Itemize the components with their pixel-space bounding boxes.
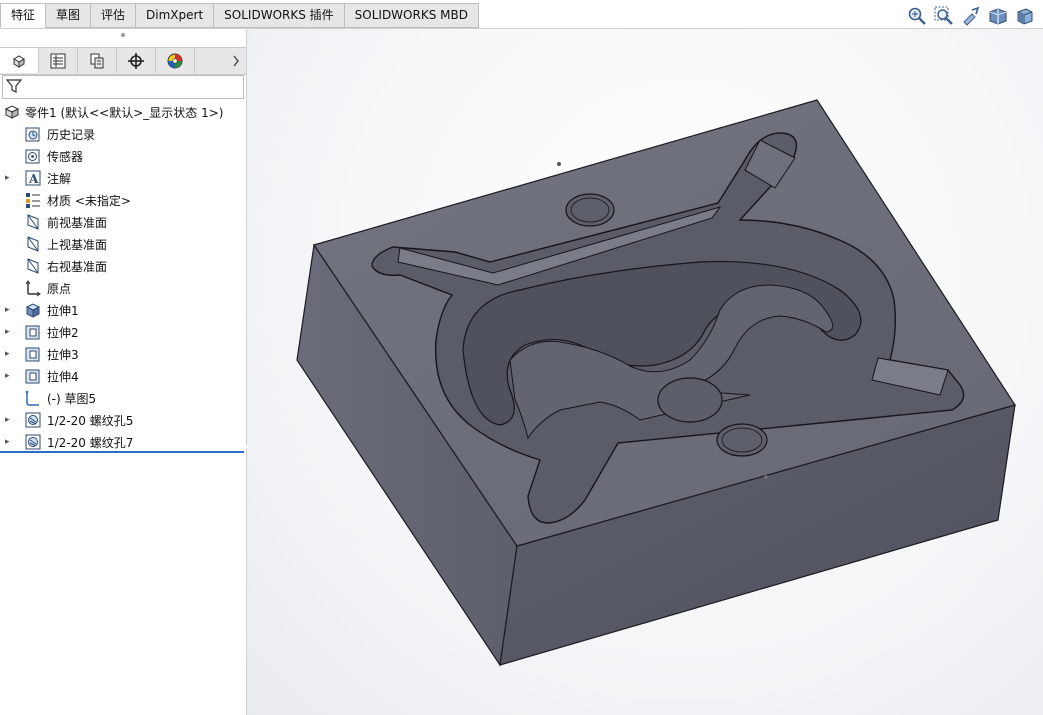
expand-arrow-icon[interactable]: ▸ xyxy=(5,304,15,316)
svg-text:A: A xyxy=(28,172,39,186)
tree-item-label: 传感器 xyxy=(47,150,84,164)
rollback-bar[interactable] xyxy=(0,451,244,453)
tree-item[interactable]: 上视基准面 xyxy=(0,233,246,255)
tree-item-label: 拉伸4 xyxy=(47,370,79,384)
sketch-icon xyxy=(24,389,42,407)
property-manager-tab[interactable] xyxy=(39,48,78,73)
tree-root-label: 零件1 (默认<<默认>_显示状态 1>) xyxy=(25,106,224,120)
feature-tree-filter[interactable] xyxy=(2,75,244,99)
origin-icon xyxy=(24,279,42,297)
display-manager-icon xyxy=(167,53,183,68)
tree-item[interactable]: ▸ 拉伸2 xyxy=(0,321,246,343)
command-manager-tabs: 特征 草图 评估 DimXpert SOLIDWORKS 插件 SOLIDWOR… xyxy=(0,3,479,28)
tree-item[interactable]: 传感器 xyxy=(0,145,246,167)
tree-item[interactable]: 材质 <未指定> xyxy=(0,189,246,211)
tab-evaluate[interactable]: 评估 xyxy=(91,3,137,28)
extrude-cut-icon xyxy=(24,323,42,341)
zoom-to-fit-icon[interactable] xyxy=(906,6,927,26)
plane-icon xyxy=(24,213,42,231)
dimxpert-manager-icon xyxy=(128,52,144,69)
expand-arrow-icon[interactable]: ▸ xyxy=(5,370,15,382)
hole-wizard-icon xyxy=(24,433,42,451)
expand-arrow-icon[interactable]: ▸ xyxy=(5,172,15,184)
tree-item[interactable]: (-) 草图5 xyxy=(0,387,246,409)
threaded-hole-front xyxy=(716,423,768,457)
tree-item-label: 1/2-20 螺纹孔5 xyxy=(47,414,134,428)
panel-tabs xyxy=(0,47,246,75)
tab-solidworks-addins[interactable]: SOLIDWORKS 插件 xyxy=(214,3,345,28)
hole-wizard-icon xyxy=(24,411,42,429)
sensor-icon xyxy=(24,147,42,165)
expand-arrow-icon[interactable]: ▸ xyxy=(5,414,15,426)
extrude-boss-icon xyxy=(24,301,42,319)
display-manager-tab[interactable] xyxy=(156,48,195,73)
filter-icon xyxy=(6,79,22,93)
plane-icon xyxy=(24,235,42,253)
tree-item-label: 上视基准面 xyxy=(47,238,108,252)
tree-item-label: 前视基准面 xyxy=(47,216,108,230)
chevron-right-icon xyxy=(233,55,239,66)
feature-manager-panel: 零件1 (默认<<默认>_显示状态 1>) 历史记录传感器 ▸ A 注解材质 <未指定>… xyxy=(0,29,247,715)
extrude-cut-icon xyxy=(24,345,42,363)
extrude-cut-icon xyxy=(24,367,42,385)
view-orientation-icon[interactable] xyxy=(1014,6,1035,26)
previous-view-icon[interactable] xyxy=(960,6,981,26)
zoom-area-icon[interactable] xyxy=(933,6,954,26)
tab-dimxpert[interactable]: DimXpert xyxy=(136,3,215,28)
tree-item-label: 右视基准面 xyxy=(47,260,108,274)
history-icon xyxy=(24,125,42,143)
tree-item[interactable]: ▸ A 注解 xyxy=(0,167,246,189)
tab-solidworks-mbd[interactable]: SOLIDWORKS MBD xyxy=(344,3,479,28)
tree-item[interactable]: ▸ 拉伸3 xyxy=(0,343,246,365)
section-view-icon[interactable] xyxy=(987,6,1008,26)
feature-manager-icon xyxy=(13,54,25,68)
tree-item-label: 历史记录 xyxy=(47,128,96,142)
tree-item[interactable]: ▸ 1/2-20 螺纹孔7 xyxy=(0,431,246,453)
property-manager-icon xyxy=(50,53,66,68)
part-icon xyxy=(3,103,21,121)
tree-item[interactable]: ▸ 拉伸1 xyxy=(0,299,246,321)
dimxpert-manager-tab[interactable] xyxy=(117,48,156,73)
sketch-point-marker xyxy=(764,475,768,479)
tree-item-label: 拉伸2 xyxy=(47,326,79,340)
tree-item-label: 拉伸3 xyxy=(47,348,79,362)
tab-sketch[interactable]: 草图 xyxy=(46,3,92,28)
tab-features[interactable]: 特征 xyxy=(0,3,47,28)
panel-tabs-more-button[interactable] xyxy=(228,48,244,73)
tree-item-label: 1/2-20 螺纹孔7 xyxy=(47,436,134,450)
material-icon xyxy=(24,191,42,209)
tree-item[interactable]: ▸ 1/2-20 螺纹孔5 xyxy=(0,409,246,431)
heads-up-view-toolbar xyxy=(906,6,1035,26)
threaded-hole-rear xyxy=(565,193,615,227)
plane-icon xyxy=(24,257,42,275)
expand-arrow-icon[interactable]: ▸ xyxy=(5,326,15,338)
origin-point-marker xyxy=(557,162,561,166)
feature-manager-tab[interactable] xyxy=(0,48,39,73)
center-hole xyxy=(657,377,723,423)
panel-grip[interactable] xyxy=(0,29,246,41)
tree-item[interactable]: 右视基准面 xyxy=(0,255,246,277)
configuration-manager-tab[interactable] xyxy=(78,48,117,73)
tree-item[interactable]: ▸ 拉伸4 xyxy=(0,365,246,387)
tree-item[interactable]: 前视基准面 xyxy=(0,211,246,233)
tree-item[interactable]: 历史记录 xyxy=(0,123,246,145)
tree-item[interactable]: 原点 xyxy=(0,277,246,299)
tree-item-label: 原点 xyxy=(47,282,72,296)
tree-root-part[interactable]: 零件1 (默认<<默认>_显示状态 1>) xyxy=(0,101,246,123)
tree-item-label: (-) 草图5 xyxy=(47,392,97,406)
tree-item-label: 材质 <未指定> xyxy=(47,194,131,208)
configuration-manager-icon xyxy=(90,53,104,68)
expand-arrow-icon[interactable]: ▸ xyxy=(5,348,15,360)
tree-item-label: 注解 xyxy=(47,172,72,186)
annotations-icon: A xyxy=(24,169,42,187)
command-manager-tabbar: 特征 草图 评估 DimXpert SOLIDWORKS 插件 SOLIDWOR… xyxy=(0,0,1043,29)
graphics-area[interactable] xyxy=(247,29,1043,715)
model-3d-view[interactable] xyxy=(247,29,1043,715)
expand-arrow-icon[interactable]: ▸ xyxy=(5,436,15,448)
tree-item-label: 拉伸1 xyxy=(47,304,79,318)
